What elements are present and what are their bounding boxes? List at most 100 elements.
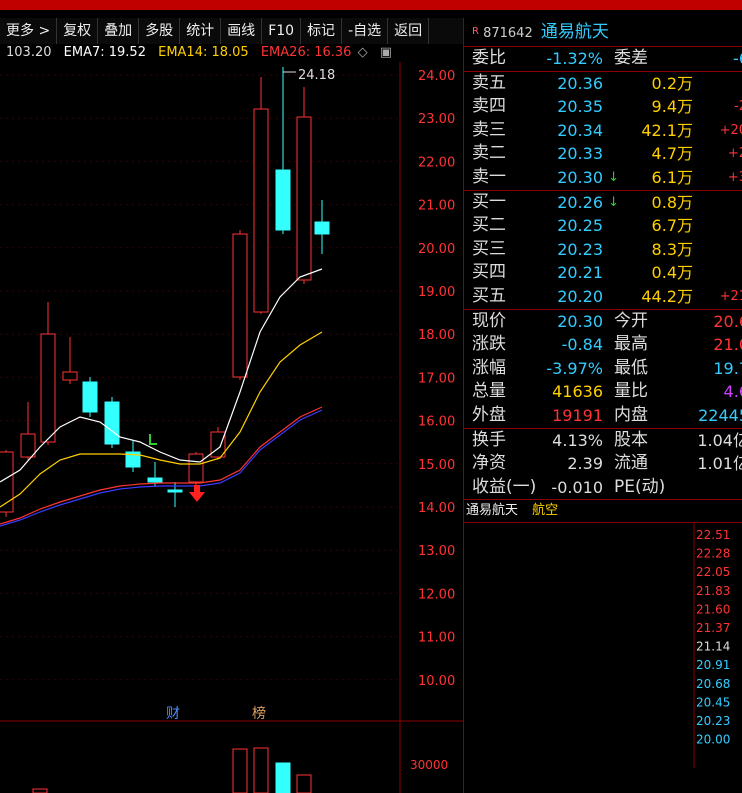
window-icon[interactable]: ▣ xyxy=(380,45,392,60)
price-axis-label: 22.00 xyxy=(418,155,455,170)
stat-value-2: 4.6 xyxy=(723,382,742,402)
candle-body xyxy=(275,169,291,231)
candle-body xyxy=(253,108,269,313)
candle-body xyxy=(20,433,36,458)
order-price: 20.26 xyxy=(557,192,603,212)
down-arrow-icon: ↓ xyxy=(608,194,619,210)
order-row[interactable]: 买五 20.20 44.2万 +21 xyxy=(464,285,742,309)
order-change: +3 xyxy=(727,169,742,185)
order-row[interactable]: 卖四 20.35 9.4万 -2 xyxy=(464,95,742,119)
finance-badge[interactable]: 财 xyxy=(166,706,180,722)
price-axis-label: 11.00 xyxy=(418,631,455,646)
ranking-badge[interactable]: 榜 xyxy=(252,705,266,722)
chart-toolbar: 更多 > 复权 叠加 多股 统计 画线 F10 标记 -自选 返回 xyxy=(0,18,463,44)
order-volume: 0.2万 xyxy=(651,73,693,93)
green-signal-icon xyxy=(149,434,157,445)
diamond-icon[interactable]: ◇ xyxy=(358,45,368,60)
order-change: +21 xyxy=(719,288,742,304)
stat-label: 外盘 xyxy=(472,404,506,425)
order-row[interactable]: 买三 20.23 8.3万 xyxy=(464,238,742,262)
bid-list: 买一 20.26 0.8万 ↓ 买二 20.25 6.7万 买三 20.23 8.3万 买四 20.2… xyxy=(464,191,742,309)
remove-watchlist-button[interactable]: -自选 xyxy=(342,18,389,44)
mini-chart-industry[interactable]: 航空 xyxy=(532,503,558,518)
price-axis-label: 23.00 xyxy=(418,112,455,127)
price-axis-label: 21.00 xyxy=(418,199,455,214)
order-row[interactable]: 卖三 20.34 42.1万 +20 xyxy=(464,119,742,143)
mini-intraday-chart[interactable]: 22.51 22.28 22.05 21.83 21.60 21.37 21.14 20.91… xyxy=(464,523,742,769)
price-axis-label: 12.00 xyxy=(418,587,455,602)
ema26-label: EMA26: 16.36 xyxy=(260,45,352,60)
order-row[interactable]: 买四 20.21 0.4万 xyxy=(464,261,742,285)
stat-value: 41636 xyxy=(552,382,603,402)
stat-label: 现价 xyxy=(472,310,506,331)
order-row[interactable]: 买一 20.26 0.8万 ↓ xyxy=(464,191,742,215)
candle-body xyxy=(40,333,56,443)
order-volume: 9.4万 xyxy=(651,97,693,117)
stat-value-2: 22445 xyxy=(698,405,742,425)
order-change: +2 xyxy=(727,146,742,162)
price-axis-label: 19.00 xyxy=(418,285,455,300)
order-level-label: 买二 xyxy=(472,215,506,236)
ema7-label: EMA7: 19.52 xyxy=(63,45,146,60)
order-row[interactable]: 卖二 20.33 4.7万 +2 xyxy=(464,142,742,166)
f10-button[interactable]: F10 xyxy=(262,18,302,44)
stat-value: -0.84 xyxy=(561,335,603,355)
stat-label: 总量 xyxy=(472,381,506,402)
volume-bar xyxy=(232,748,248,793)
stat-value: 2.39 xyxy=(567,454,603,474)
stat-row: 净资 2.39 流通 1.01亿 xyxy=(464,452,742,476)
price-axis-label: 10.00 xyxy=(418,674,455,689)
stat-label-2: 流通 xyxy=(614,453,648,474)
price-axis-label: 18.00 xyxy=(418,328,455,343)
order-price: 20.30 xyxy=(557,167,603,187)
order-level-label: 卖一 xyxy=(472,166,506,187)
order-row[interactable]: 买二 20.25 6.7万 xyxy=(464,214,742,238)
stats-list: 现价 20.30 今开 20.6 涨跌 -0.84 最高 21.0 涨幅 -3.97% 最低 19.7… xyxy=(464,310,742,428)
mark-button[interactable]: 标记 xyxy=(301,18,343,44)
stat-value-2: 1.04亿 xyxy=(697,430,742,450)
stat-label: 换手 xyxy=(472,429,506,450)
more-button[interactable]: 更多 > xyxy=(0,18,58,44)
ask-list: 卖五20.360.2万卖四20.359.4万-2卖三20.3442.1万+20卖… xyxy=(464,72,742,190)
order-price: 20.20 xyxy=(557,286,603,306)
mini-chart-name: 通易航天 xyxy=(466,503,519,519)
stat-row: 总量 41636 量比 4.6 xyxy=(464,380,742,404)
vol-axis-label: 30000 xyxy=(410,758,448,772)
order-volume: 8.3万 xyxy=(651,239,693,259)
statistics-button[interactable]: 统计 xyxy=(180,18,222,44)
order-row[interactable]: 卖五 20.36 0.2万 xyxy=(464,72,742,96)
stat-row: 外盘 19191 内盘 22445 xyxy=(464,404,742,428)
price-axis-label: 14.00 xyxy=(418,501,455,516)
draw-line-button[interactable]: 画线 xyxy=(221,18,263,44)
back-button[interactable]: 返回 xyxy=(388,18,430,44)
stat-label-2: 量比 xyxy=(614,381,648,402)
stats2-list: 换手 4.13% 股本 1.04亿 净资 2.39 流通 1.01亿 收益(一) -0.010 PE… xyxy=(464,429,742,500)
stat-value-2: 19.7 xyxy=(713,358,742,378)
overlay-button[interactable]: 叠加 xyxy=(98,18,140,44)
stock-title: R 871642 通易航天 xyxy=(464,18,742,46)
volume-bar xyxy=(32,788,48,793)
kline-chart[interactable]: 24.00 23.00 22.00 21.00 20.00 19.00 18.00 17.00… xyxy=(0,62,463,793)
mini-axis-label: 20.68 xyxy=(696,677,730,691)
stat-row: 换手 4.13% 股本 1.04亿 xyxy=(464,429,742,453)
order-volume: 6.7万 xyxy=(651,216,693,236)
stat-value-2: 21.0 xyxy=(713,335,742,355)
top-status-strip xyxy=(0,0,742,10)
candle-body xyxy=(314,221,330,235)
quote-panel: R 871642 通易航天 委比 -1.32% 委差 -6 卖五 20.36 0.2… xyxy=(463,18,742,793)
mini-chart-header: 通易航天 航空 xyxy=(464,499,742,524)
volume-bar xyxy=(253,747,269,793)
candle-body xyxy=(147,477,163,483)
stat-label: 收益(一) xyxy=(472,476,537,497)
ema-prefix: 103.20 xyxy=(6,45,52,60)
stat-label: 涨幅 xyxy=(472,357,506,378)
multi-stock-button[interactable]: 多股 xyxy=(139,18,181,44)
mini-axis-label: 22.05 xyxy=(696,565,730,579)
weicha-label: 委差 xyxy=(614,48,648,68)
stat-label: 涨跌 xyxy=(472,334,506,355)
candle-body xyxy=(62,371,78,381)
mini-axis-label: 20.23 xyxy=(696,714,730,728)
order-row[interactable]: 卖一 20.30 6.1万 +3 ↓ xyxy=(464,166,742,190)
restore-rights-button[interactable]: 复权 xyxy=(57,18,99,44)
order-level-label: 卖二 xyxy=(472,143,506,164)
